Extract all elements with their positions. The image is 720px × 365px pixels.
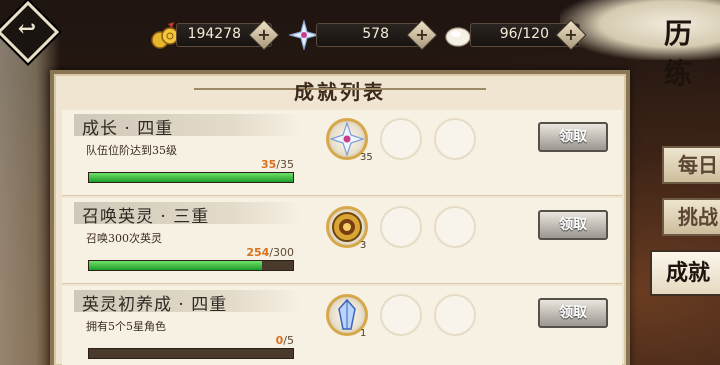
progress-bar — [88, 348, 294, 359]
panel-header: 成就列表 — [54, 74, 626, 104]
achievement-desc: 队伍位阶达到35级 — [86, 144, 177, 157]
stamina-bun-icon — [445, 27, 471, 47]
achievement-desc: 召唤300次英灵 — [86, 232, 162, 245]
panel-title: 成就列表 — [294, 80, 386, 104]
progress-max: /35 — [276, 158, 294, 171]
gold-value: 194278 — [187, 26, 241, 42]
progress-fill — [89, 173, 293, 182]
reward-count: 35 — [360, 152, 373, 163]
achievement-row: 召唤英灵 · 三重 召唤300次英灵 254/300 3 领取 — [62, 198, 622, 284]
crystal-counter: 578 — [316, 23, 420, 47]
reward-count: 1 — [360, 328, 367, 339]
tab-daily[interactable]: 每日 — [662, 146, 720, 184]
crystal-value: 578 — [362, 26, 389, 42]
progress-max: /5 — [283, 334, 294, 347]
progress-bar — [88, 172, 294, 183]
empty-reward-slot — [434, 294, 476, 336]
progress-text: 254/300 — [234, 246, 294, 259]
claim-button[interactable]: 领取 — [538, 298, 608, 328]
empty-reward-slot — [434, 118, 476, 160]
empty-reward-slot — [434, 206, 476, 248]
plus-icon: + — [564, 25, 578, 44]
achievement-row: 英灵初养成 · 四重 拥有5个5星角色 0/5 1 领取 — [62, 286, 622, 365]
achievement-name: 英灵初养成 · 四重 — [82, 295, 228, 315]
reward-count: 3 — [360, 240, 367, 251]
progress-fill — [89, 261, 262, 270]
progress-text: 0/5 — [234, 334, 294, 347]
plus-icon: + — [257, 25, 271, 44]
star-crystal-icon — [289, 20, 319, 50]
progress-bar — [88, 260, 294, 271]
achievement-name: 召唤英灵 · 三重 — [82, 207, 210, 227]
stamina-value: 96/120 — [499, 26, 549, 42]
achievement-desc: 拥有5个5星角色 — [86, 320, 166, 333]
claim-button[interactable]: 领取 — [538, 210, 608, 240]
empty-reward-slot — [380, 206, 422, 248]
title-divider-right — [306, 88, 486, 90]
plus-icon: + — [415, 25, 429, 44]
achievement-row: 成长 · 四重 队伍位阶达到35级 35/35 35 领取 — [62, 110, 622, 196]
back-arrow-icon: ↩ — [17, 16, 37, 42]
achievement-panel: 成就列表 成长 · 四重 队伍位阶达到35级 35/35 35 领取 召唤英灵 … — [50, 70, 630, 365]
tab-challenge[interactable]: 挑战 — [662, 198, 720, 236]
progress-max: /300 — [269, 246, 294, 259]
section-title: 历练 — [664, 17, 695, 90]
tab-achievements[interactable]: 成就 — [650, 250, 720, 296]
claim-button[interactable]: 领取 — [538, 122, 608, 152]
progress-current: 254 — [246, 246, 270, 259]
empty-reward-slot — [380, 118, 422, 160]
progress-text: 35/35 — [234, 158, 294, 171]
progress-current: 35 — [260, 158, 277, 171]
achievement-name: 成长 · 四重 — [82, 119, 174, 139]
empty-reward-slot — [380, 294, 422, 336]
